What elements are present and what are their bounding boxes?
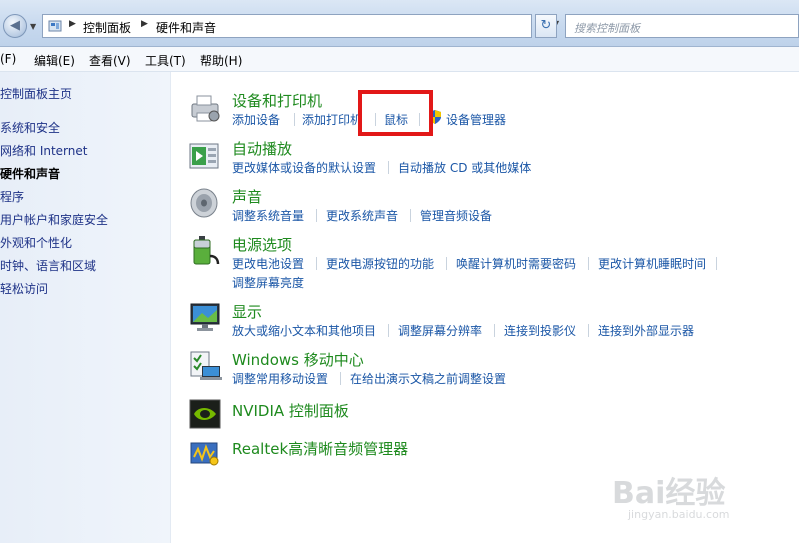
- watermark-url: jingyan.baidu.com: [628, 508, 730, 521]
- realtek-audio-icon: [190, 442, 219, 466]
- sidebar-item-user-accounts[interactable]: 用户帐户和家庭安全: [0, 211, 108, 228]
- history-dropdown-icon[interactable]: ▼: [30, 22, 36, 31]
- sidebar-item-system-security[interactable]: 系统和安全: [0, 119, 60, 136]
- menu-edit[interactable]: 编辑(E): [34, 52, 75, 69]
- category-title-devices-printers[interactable]: 设备和打印机: [232, 90, 322, 111]
- link-connect-projector[interactable]: 连接到投影仪: [504, 322, 576, 339]
- sidebar-item-hardware-sound[interactable]: 硬件和声音: [0, 165, 60, 182]
- link-power-button-function[interactable]: 更改电源按钮的功能: [326, 255, 434, 272]
- menu-bar: (F) 编辑(E) 查看(V) 工具(T) 帮助(H): [0, 47, 799, 72]
- category-title-power-options[interactable]: 电源选项: [232, 234, 292, 255]
- category-title-display[interactable]: 显示: [232, 301, 262, 322]
- sidebar-item-programs[interactable]: 程序: [0, 188, 24, 205]
- link-divider: [294, 113, 295, 126]
- link-zoom-text[interactable]: 放大或缩小文本和其他项目: [232, 322, 376, 339]
- watermark-brand: Bai经验: [612, 476, 726, 511]
- battery-icon: [193, 236, 220, 265]
- link-autoplay-cd[interactable]: 自动播放 CD 或其他媒体: [398, 159, 531, 176]
- monitor-icon: [190, 303, 220, 331]
- breadcrumb-hardware-sound[interactable]: 硬件和声音: [156, 19, 216, 36]
- category-title-nvidia[interactable]: NVIDIA 控制面板: [232, 400, 349, 421]
- menu-tools[interactable]: 工具(T): [145, 52, 186, 69]
- link-divider: [410, 209, 411, 222]
- link-divider: [588, 324, 589, 337]
- menu-file[interactable]: (F): [0, 52, 16, 66]
- category-title-autoplay[interactable]: 自动播放: [232, 138, 292, 159]
- control-panel-icon: [48, 20, 62, 32]
- link-change-sounds[interactable]: 更改系统声音: [326, 207, 398, 224]
- sidebar-item-appearance[interactable]: 外观和个性化: [0, 234, 72, 251]
- baidu-watermark: Bai经验 jingyan.baidu.com: [612, 458, 762, 528]
- link-divider: [588, 257, 589, 270]
- link-divider: [494, 324, 495, 337]
- nvidia-icon: [189, 399, 221, 429]
- link-divider: [388, 324, 389, 337]
- link-divider: [316, 257, 317, 270]
- search-input[interactable]: 搜索控制面板: [565, 14, 799, 38]
- highlight-box: [358, 90, 433, 136]
- back-button[interactable]: ◀: [3, 14, 27, 38]
- breadcrumb-separator-icon: ▶: [69, 19, 76, 29]
- link-add-device[interactable]: 添加设备: [232, 111, 280, 128]
- link-change-battery-settings[interactable]: 更改电池设置: [232, 255, 304, 272]
- category-title-mobility-center[interactable]: Windows 移动中心: [232, 349, 364, 370]
- link-screen-resolution[interactable]: 调整屏幕分辨率: [398, 322, 482, 339]
- link-divider: [388, 161, 389, 174]
- link-divider: [316, 209, 317, 222]
- breadcrumb[interactable]: ▶ 控制面板 ▶ 硬件和声音 ▼: [42, 14, 559, 38]
- link-manage-audio-devices[interactable]: 管理音频设备: [420, 207, 492, 224]
- sidebar-item-ease-of-access[interactable]: 轻松访问: [0, 280, 48, 297]
- link-device-manager[interactable]: 设备管理器: [446, 111, 506, 128]
- sidebar-item-clock-language[interactable]: 时钟、语言和区域: [0, 257, 96, 274]
- link-adjust-volume[interactable]: 调整系统音量: [232, 207, 304, 224]
- link-add-printer[interactable]: 添加打印机: [302, 111, 362, 128]
- mobility-center-icon: [190, 351, 222, 380]
- category-title-realtek[interactable]: Realtek高清晰音频管理器: [232, 438, 408, 459]
- link-divider: [340, 372, 341, 385]
- link-change-sleep-time[interactable]: 更改计算机睡眠时间: [598, 255, 706, 272]
- link-require-password-on-wakeup[interactable]: 唤醒计算机时需要密码: [456, 255, 576, 272]
- refresh-button[interactable]: ↻: [535, 14, 557, 38]
- speaker-icon: [190, 188, 218, 218]
- menu-view[interactable]: 查看(V): [89, 52, 131, 69]
- breadcrumb-control-panel[interactable]: 控制面板: [83, 19, 131, 36]
- breadcrumb-separator-icon: ▶: [141, 19, 148, 29]
- link-divider: [716, 257, 717, 270]
- address-bar: ◀ ▼ ▶ 控制面板 ▶ 硬件和声音 ▼ ↻ 搜索控制面板: [0, 0, 799, 47]
- search-placeholder: 搜索控制面板: [574, 22, 640, 35]
- link-connect-external-display[interactable]: 连接到外部显示器: [598, 322, 694, 339]
- printer-icon: [191, 95, 220, 122]
- menu-help[interactable]: 帮助(H): [200, 52, 242, 69]
- autoplay-icon: [189, 143, 219, 169]
- link-change-media-defaults[interactable]: 更改媒体或设备的默认设置: [232, 159, 376, 176]
- sidebar-item-control-panel-home[interactable]: 控制面板主页: [0, 85, 72, 102]
- link-adjust-mobility-settings[interactable]: 调整常用移动设置: [232, 370, 328, 387]
- category-title-sound[interactable]: 声音: [232, 186, 262, 207]
- link-divider: [446, 257, 447, 270]
- link-presentation-settings[interactable]: 在给出演示文稿之前调整设置: [350, 370, 506, 387]
- sidebar: 控制面板主页 系统和安全 网络和 Internet 硬件和声音 程序 用户帐户和…: [0, 72, 171, 543]
- sidebar-item-network-internet[interactable]: 网络和 Internet: [0, 142, 87, 159]
- link-adjust-brightness[interactable]: 调整屏幕亮度: [232, 274, 304, 291]
